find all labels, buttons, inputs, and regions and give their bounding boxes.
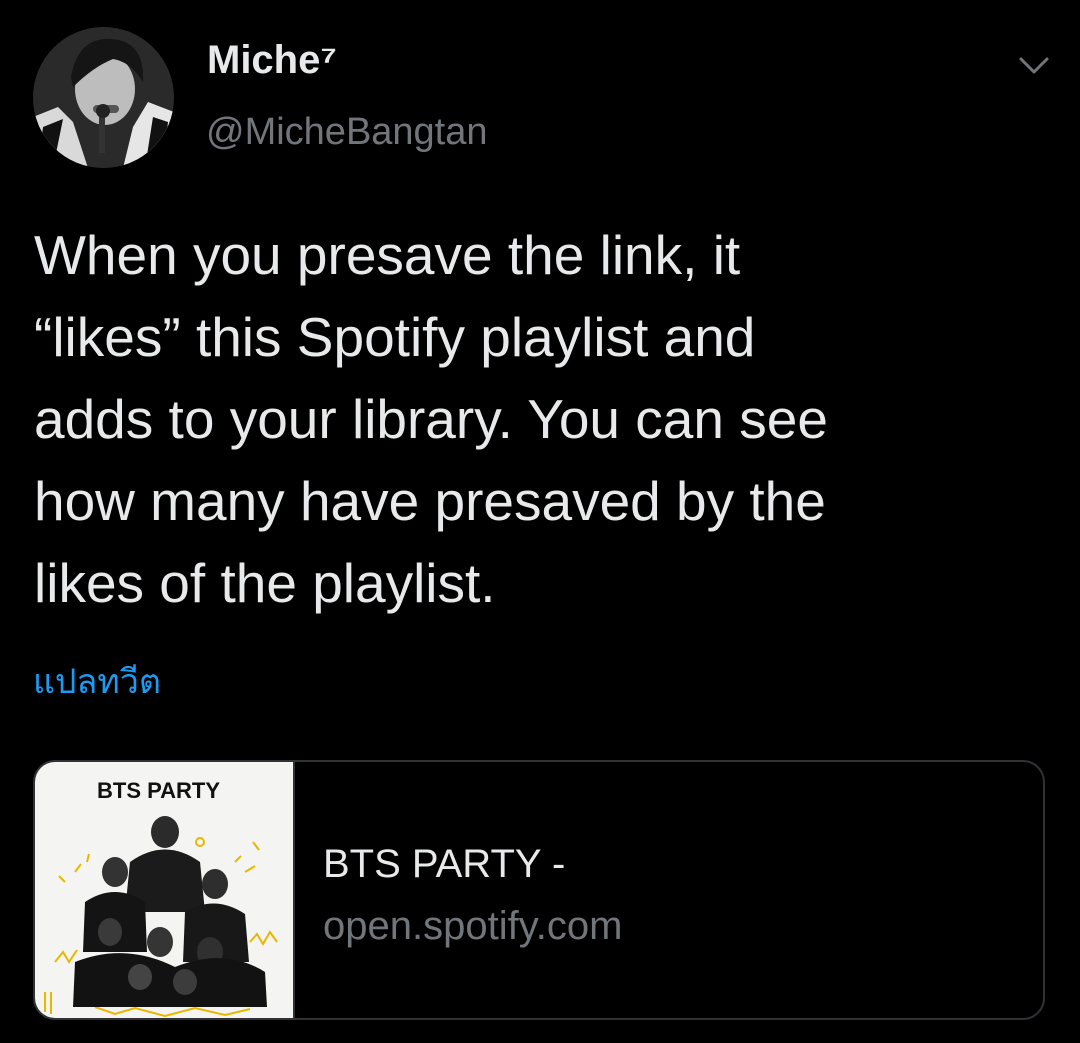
user-handle[interactable]: @MicheBangtan [206, 113, 488, 151]
avatar-photo-icon [33, 27, 174, 168]
tweet: Miche⁷ @MicheBangtan When you presave th… [0, 0, 1080, 1043]
thumbnail-title: BTS PARTY [97, 778, 221, 803]
tweet-text: When you presave the link, it “likes” th… [34, 224, 828, 614]
avatar[interactable] [33, 27, 174, 168]
album-art-icon [44, 816, 278, 1018]
card-thumbnail: BTS PARTY [35, 762, 295, 1018]
display-name[interactable]: Miche⁷ [207, 40, 337, 80]
card-title: BTS PARTY - [323, 842, 566, 886]
translate-tweet-link[interactable]: แปลทวีต [33, 663, 161, 701]
link-card[interactable]: BTS PARTY BTS PARTY - open.spotify.com [33, 760, 1045, 1020]
card-domain: open.spotify.com [323, 904, 623, 948]
chevron-down-icon[interactable] [1017, 53, 1051, 79]
